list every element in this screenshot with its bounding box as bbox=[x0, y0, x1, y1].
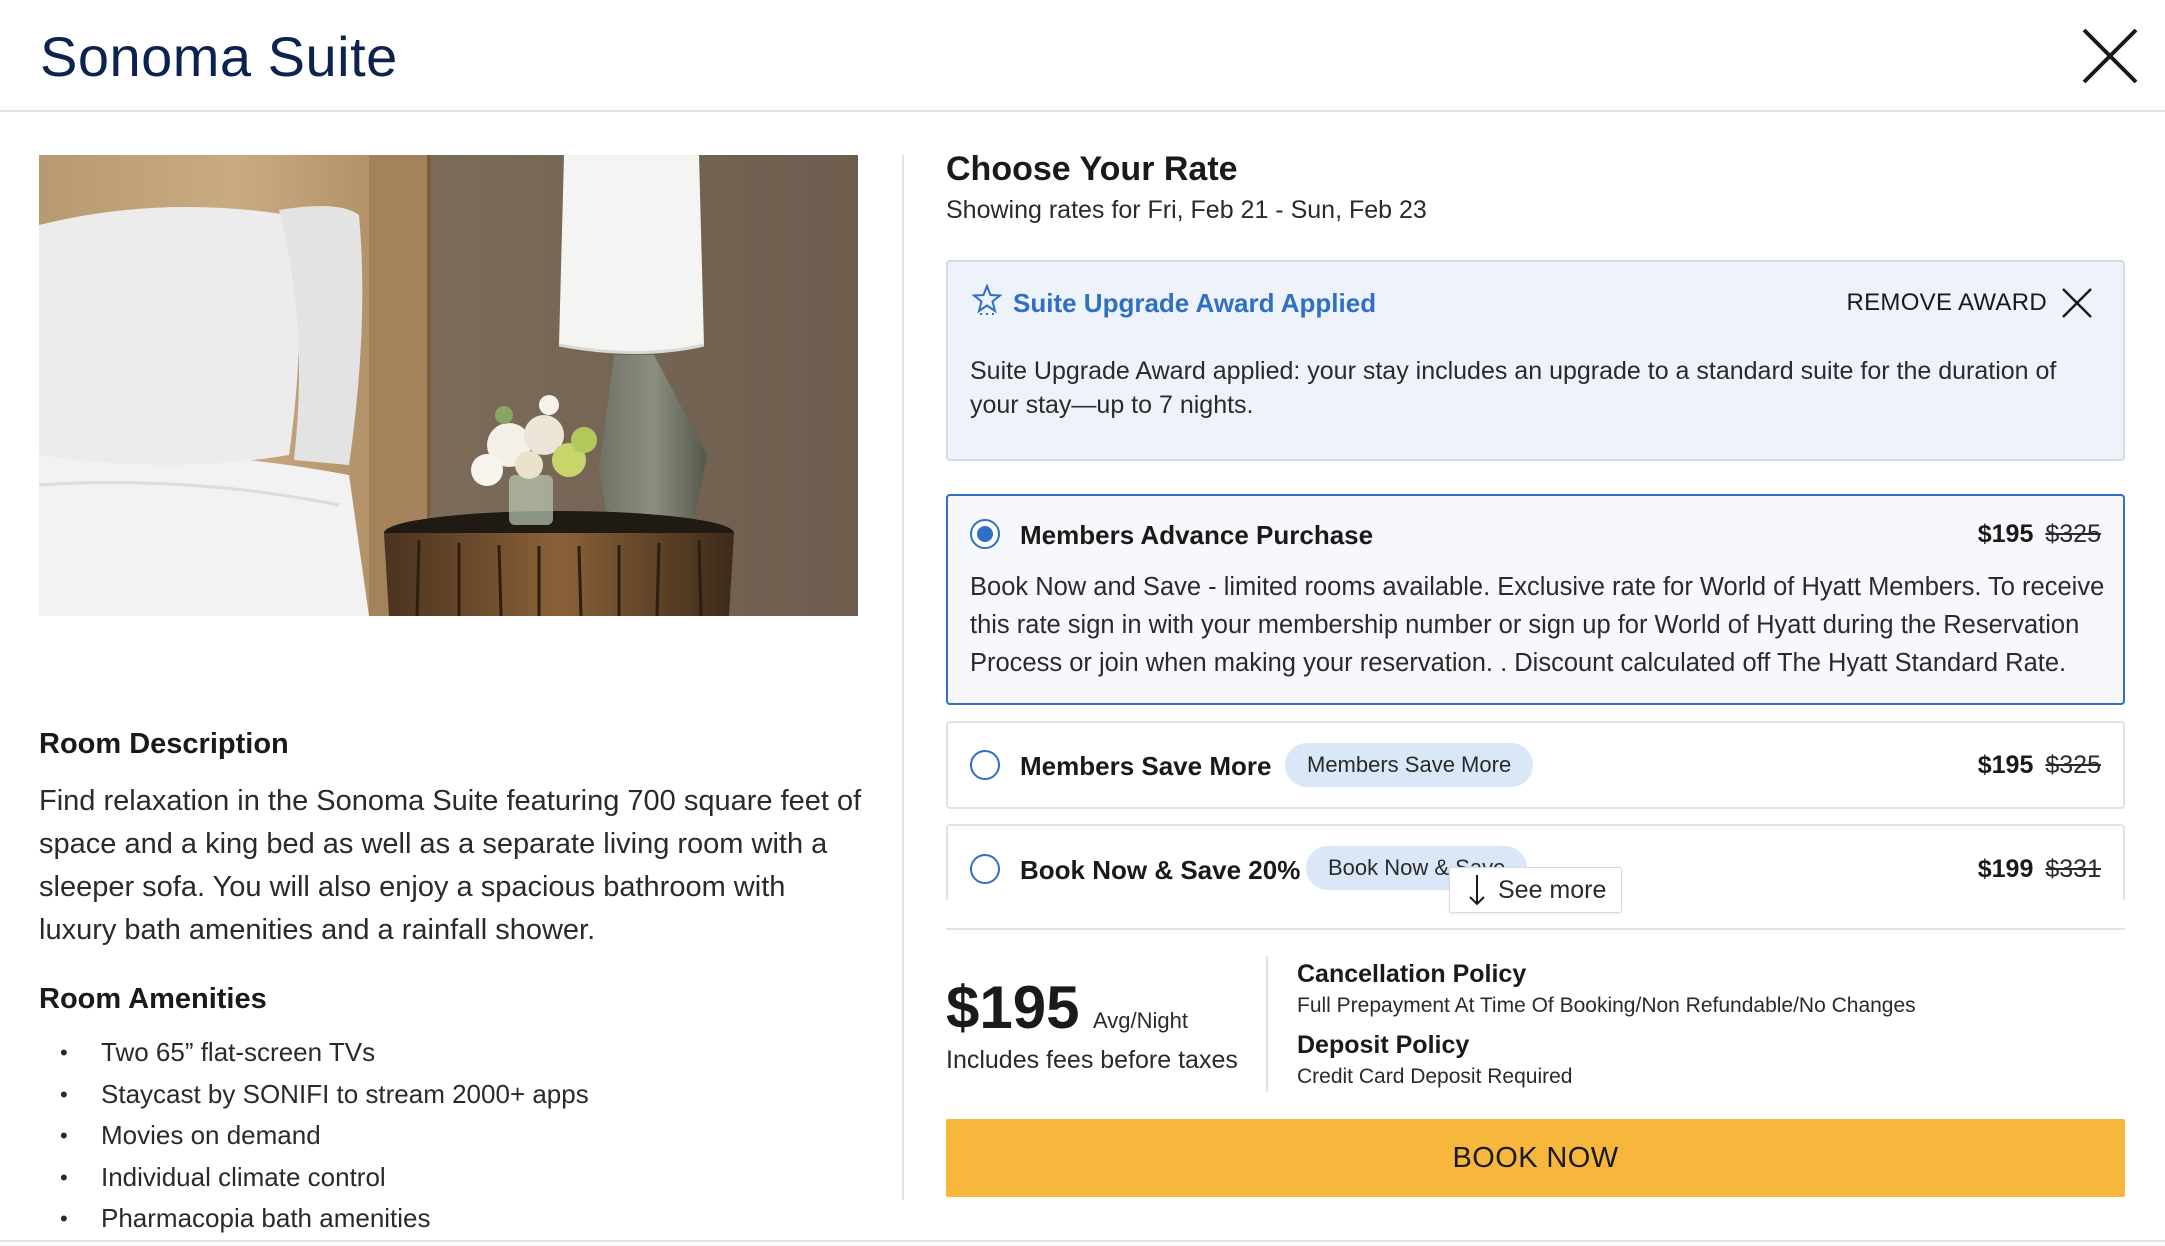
cancellation-policy-heading: Cancellation Policy bbox=[1297, 960, 1527, 988]
amenities-list: Two 65” flat-screen TVs Staycast by SONI… bbox=[60, 1032, 589, 1240]
rate-price: $199 $331 bbox=[1978, 855, 2101, 884]
arrow-down-icon bbox=[1469, 875, 1485, 906]
rate-description: Book Now and Save - limited rooms availa… bbox=[970, 573, 2105, 677]
bottom-border bbox=[0, 1240, 2165, 1242]
award-title: Suite Upgrade Award Applied bbox=[1013, 288, 1377, 318]
see-more-button[interactable]: See more bbox=[1449, 867, 1622, 913]
rate-price-current: $199 bbox=[1977, 855, 2034, 883]
rate-price: $195 $325 bbox=[1978, 520, 2101, 549]
close-button[interactable] bbox=[2082, 28, 2138, 84]
deposit-policy-text: Credit Card Deposit Required bbox=[1297, 1065, 1573, 1088]
rate-price: $195 $325 bbox=[1978, 751, 2101, 780]
choose-rate-heading: Choose Your Rate bbox=[946, 150, 1238, 188]
rate-option-members-save-more[interactable]: Members Save More Members Save More $195… bbox=[946, 721, 2125, 809]
remove-award-label: REMOVE AWARD bbox=[1846, 289, 2047, 316]
price-unit: Avg/Night bbox=[1093, 1008, 1188, 1033]
rate-price-current: $195 bbox=[1977, 751, 2034, 779]
remove-award-button[interactable]: REMOVE AWARD bbox=[1846, 284, 2093, 322]
summary-divider bbox=[946, 928, 2125, 930]
rate-price-original: $331 bbox=[2045, 855, 2101, 883]
cancellation-policy-text: Full Prepayment At Time Of Booking/Non R… bbox=[1297, 994, 1916, 1017]
rate-price-original: $325 bbox=[2045, 520, 2101, 548]
amenity-item: Two 65” flat-screen TVs bbox=[60, 1032, 589, 1074]
room-description-heading: Room Description bbox=[39, 728, 289, 760]
room-photo bbox=[39, 155, 858, 616]
amenity-item: Staycast by SONIFI to stream 2000+ apps bbox=[60, 1074, 589, 1116]
fees-note: Includes fees before taxes bbox=[946, 1046, 1238, 1074]
rate-price-current: $195 bbox=[1977, 520, 2034, 548]
amenity-item: Pharmacopia bath amenities bbox=[60, 1198, 589, 1240]
rate-name: Members Save More bbox=[1020, 751, 1272, 781]
rate-option-members-advance-purchase[interactable]: Members Advance Purchase $195 $325 Book … bbox=[946, 494, 2125, 705]
amenity-item: Individual climate control bbox=[60, 1157, 589, 1199]
award-banner: Suite Upgrade Award Applied REMOVE AWARD… bbox=[946, 260, 2125, 461]
deposit-policy-heading: Deposit Policy bbox=[1297, 1031, 1470, 1059]
star-award-icon bbox=[972, 284, 1002, 315]
close-icon bbox=[2082, 28, 2138, 84]
total-price: $195 bbox=[946, 974, 1080, 1041]
rate-radio[interactable] bbox=[970, 854, 1000, 884]
room-description: Find relaxation in the Sonoma Suite feat… bbox=[39, 785, 862, 946]
rate-price-original: $325 bbox=[2045, 751, 2101, 779]
book-now-button[interactable]: BOOK NOW bbox=[946, 1119, 2125, 1197]
summary-vertical-divider bbox=[1266, 956, 1268, 1092]
rate-name: Members Advance Purchase bbox=[1020, 520, 1374, 550]
column-divider bbox=[902, 155, 904, 1200]
rate-dates: Showing rates for Fri, Feb 21 - Sun, Feb… bbox=[946, 196, 1427, 224]
room-amenities-heading: Room Amenities bbox=[39, 983, 267, 1015]
modal-header: Sonoma Suite bbox=[0, 0, 2165, 112]
see-more-label: See more bbox=[1498, 875, 1607, 904]
rate-tag: Members Save More bbox=[1285, 743, 1534, 787]
rate-radio[interactable] bbox=[970, 519, 1000, 549]
amenity-item: Movies on demand bbox=[60, 1115, 589, 1157]
remove-x-icon bbox=[2062, 288, 2092, 318]
rate-radio[interactable] bbox=[970, 750, 1000, 780]
award-description: Suite Upgrade Award applied: your stay i… bbox=[970, 357, 2057, 419]
rate-name: Book Now & Save 20% bbox=[1020, 855, 1301, 885]
page-title: Sonoma Suite bbox=[40, 25, 398, 88]
